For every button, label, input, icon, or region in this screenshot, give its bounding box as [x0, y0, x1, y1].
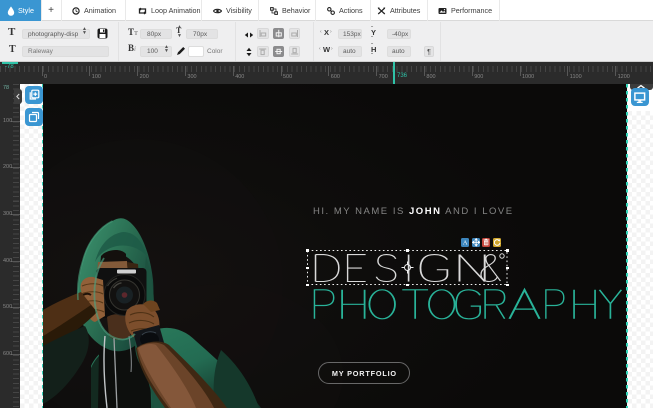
- svg-text:A: A: [463, 240, 468, 247]
